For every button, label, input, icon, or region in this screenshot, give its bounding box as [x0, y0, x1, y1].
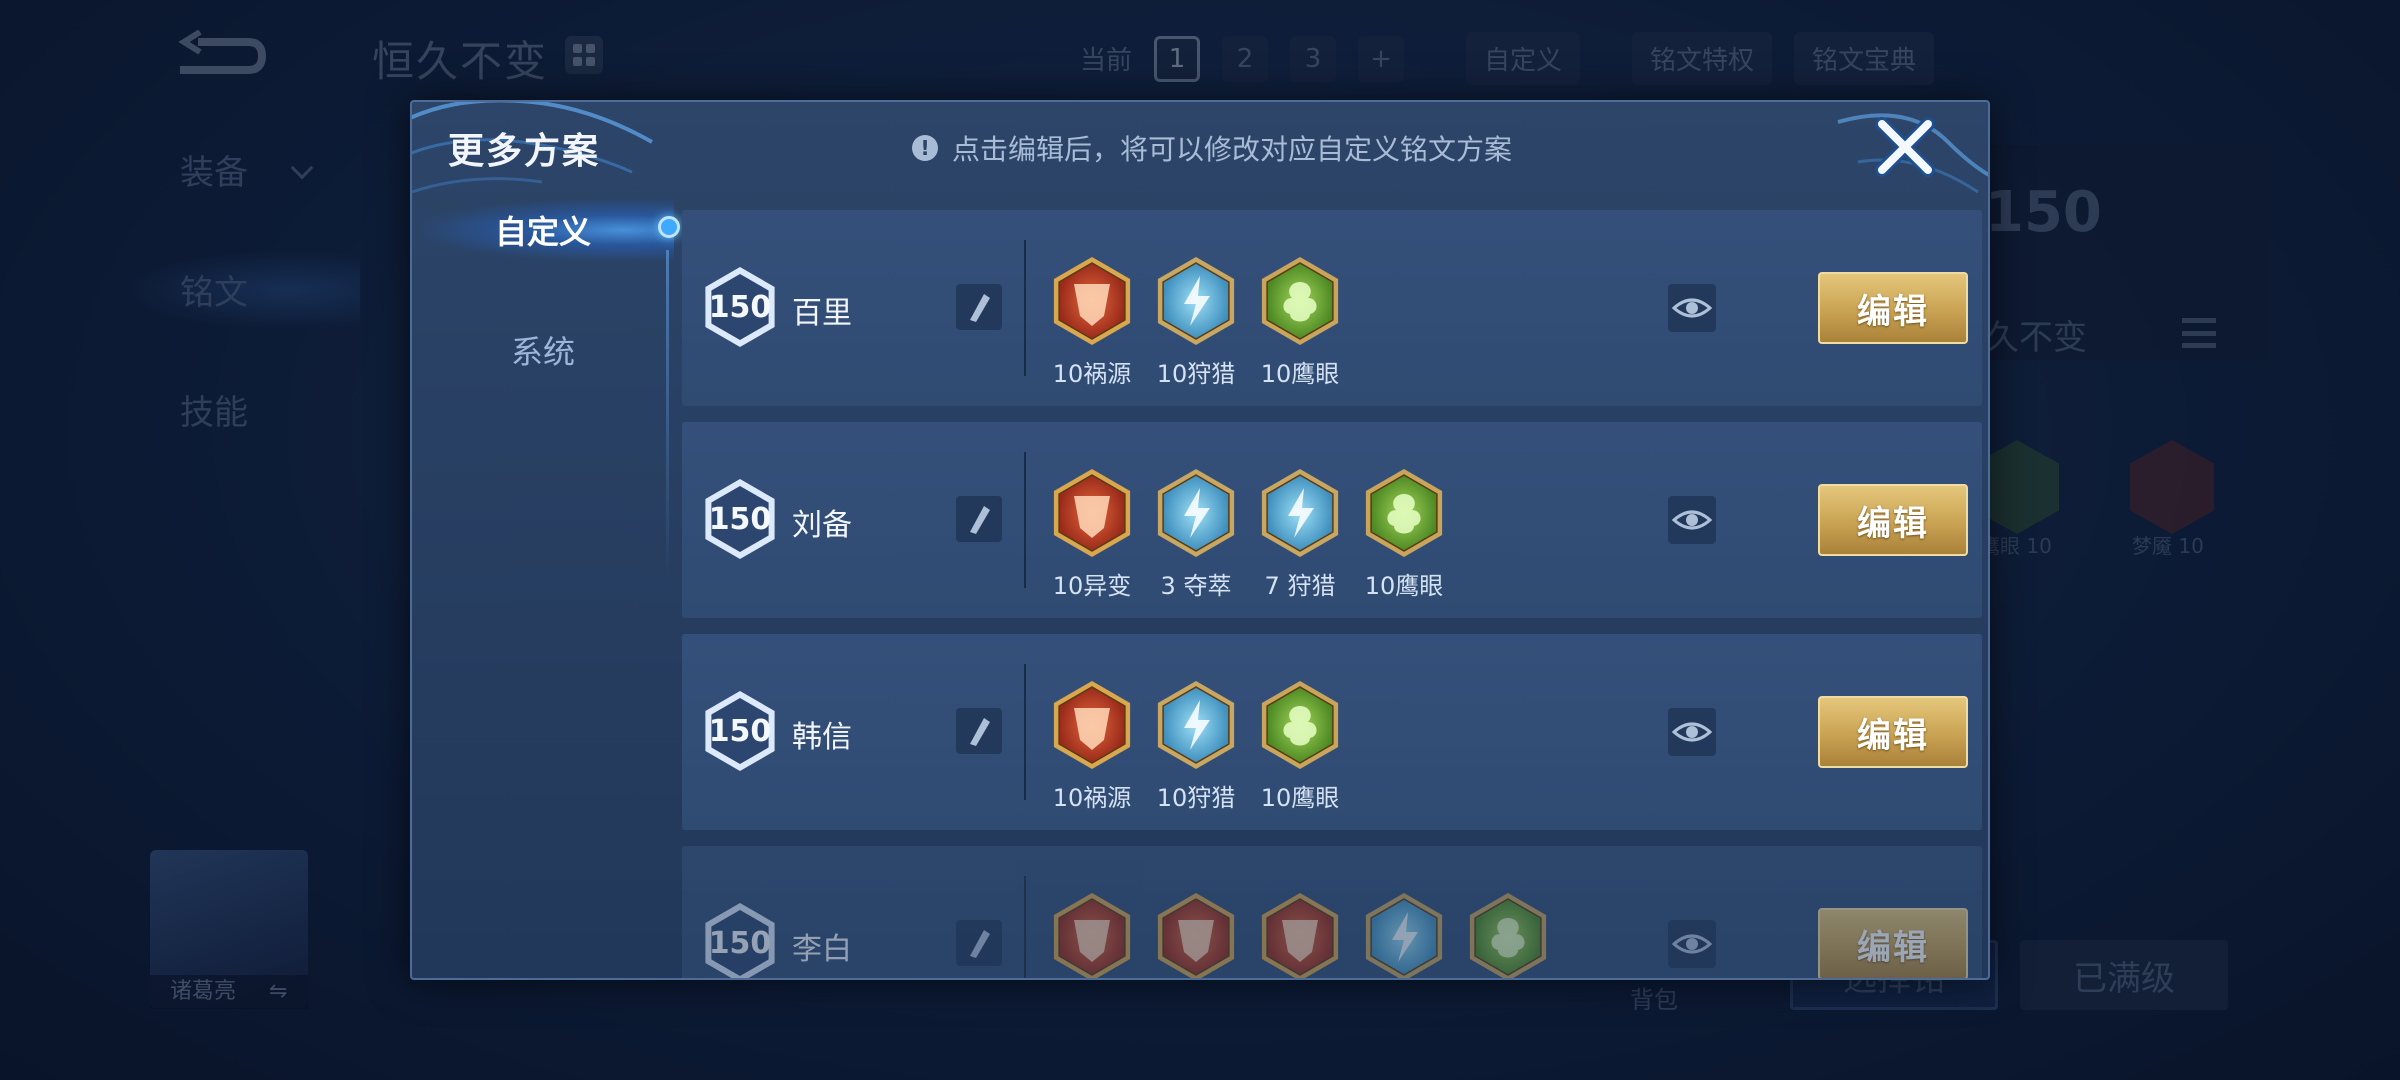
rune-label: 10鹰眼 [1260, 784, 1340, 812]
plan-level: 150 [708, 289, 772, 325]
rune-item[interactable] [1458, 890, 1558, 978]
plan-name: 韩信 [792, 720, 852, 755]
edit-button[interactable]: 编辑 [1818, 696, 1968, 768]
rune-label: 10祸源 [1052, 360, 1132, 388]
rune-label: 3 夺萃 [1160, 572, 1232, 600]
edit-button[interactable]: 编辑 [1818, 908, 1968, 978]
plan-name: 百里 [792, 296, 852, 331]
plan-level: 150 [708, 925, 772, 961]
rune-item[interactable]: 10狩猎 [1146, 254, 1246, 389]
plan-level: 150 [708, 501, 772, 537]
rune-item[interactable]: 10祸源 [1042, 678, 1142, 813]
row-divider [1024, 240, 1026, 376]
level-badge: 150 [700, 262, 780, 352]
plan-category-nav: 自定义 系统 [412, 190, 680, 978]
tab-custom-label: 自定义 [494, 213, 591, 251]
rune-item[interactable]: 10狩猎 [1146, 678, 1246, 813]
edit-button[interactable]: 编辑 [1818, 484, 1968, 556]
rune-green-icon [1362, 466, 1446, 560]
rune-item[interactable] [1042, 890, 1142, 978]
rune-blue-icon [1154, 254, 1238, 348]
dialog-title: 更多方案 [448, 131, 601, 172]
edit-hint: ! 点击编辑后，将可以修改对应自定义铭文方案 [912, 128, 1512, 168]
rune-green-icon [1258, 678, 1342, 772]
rune-label: 10狩猎 [1156, 360, 1236, 388]
plan-row: 150 刘备 10异变 3 夺萃 7 狩猎 10鹰眼 编辑 [682, 422, 1982, 618]
row-divider [1024, 876, 1026, 978]
row-divider [1024, 452, 1026, 588]
rename-pencil-icon[interactable] [956, 496, 1002, 542]
edit-button[interactable]: 编辑 [1818, 272, 1968, 344]
rune-item[interactable]: 10鹰眼 [1354, 466, 1454, 601]
eye-icon[interactable] [1668, 920, 1716, 968]
rune-blue-icon [1154, 678, 1238, 772]
rename-pencil-icon[interactable] [956, 284, 1002, 330]
row-divider [1024, 664, 1026, 800]
active-tab-indicator [658, 216, 680, 238]
rune-item[interactable] [1250, 890, 1350, 978]
info-icon: ! [912, 135, 938, 161]
tab-custom[interactable]: 自定义 [412, 190, 680, 270]
rune-blue-icon [1154, 466, 1238, 560]
level-badge: 150 [700, 898, 780, 978]
plan-row: 150 百里 10祸源 10狩猎 10鹰眼 编辑 [682, 210, 1982, 406]
rune-item[interactable]: 10异变 [1042, 466, 1142, 601]
rune-red-icon [1050, 890, 1134, 978]
rune-red-icon [1154, 890, 1238, 978]
nav-divider [666, 250, 669, 580]
plan-name: 刘备 [792, 508, 852, 543]
rune-label: 7 狩猎 [1264, 572, 1336, 600]
rune-item[interactable]: 3 夺萃 [1146, 466, 1246, 601]
rune-item[interactable] [1146, 890, 1246, 978]
rune-label: 10鹰眼 [1260, 360, 1340, 388]
level-badge: 150 [700, 686, 780, 776]
plan-row: 150 韩信 10祸源 10狩猎 10鹰眼 编辑 [682, 634, 1982, 830]
rune-red-icon [1050, 466, 1134, 560]
plan-level: 150 [708, 713, 772, 749]
rune-label: 10狩猎 [1156, 784, 1236, 812]
rune-item[interactable]: 10祸源 [1042, 254, 1142, 389]
close-icon[interactable] [1874, 116, 1936, 178]
rune-red-icon [1258, 890, 1342, 978]
rune-blue-icon [1258, 466, 1342, 560]
rune-green-icon [1258, 254, 1342, 348]
rename-pencil-icon[interactable] [956, 708, 1002, 754]
dialog-header: 更多方案 ! 点击编辑后，将可以修改对应自定义铭文方案 [412, 102, 1988, 194]
rune-item[interactable]: 10鹰眼 [1250, 678, 1350, 813]
rune-item[interactable]: 10鹰眼 [1250, 254, 1350, 389]
plan-row: 150 李白 编辑 [682, 846, 1982, 978]
level-badge: 150 [700, 474, 780, 564]
edit-hint-text: 点击编辑后，将可以修改对应自定义铭文方案 [952, 133, 1513, 166]
eye-icon[interactable] [1668, 708, 1716, 756]
tab-system-label: 系统 [510, 333, 575, 371]
rune-label: 10祸源 [1052, 784, 1132, 812]
rune-green-icon [1466, 890, 1550, 978]
rename-pencil-icon[interactable] [956, 920, 1002, 966]
more-plans-dialog: 更多方案 ! 点击编辑后，将可以修改对应自定义铭文方案 自定义 系统 150 百里… [410, 100, 1990, 980]
eye-icon[interactable] [1668, 284, 1716, 332]
rune-red-icon [1050, 678, 1134, 772]
rune-label: 10鹰眼 [1364, 572, 1444, 600]
rune-blue-icon [1362, 890, 1446, 978]
rune-label: 10异变 [1052, 572, 1132, 600]
eye-icon[interactable] [1668, 496, 1716, 544]
rune-item[interactable] [1354, 890, 1454, 978]
plan-list[interactable]: 150 百里 10祸源 10狩猎 10鹰眼 编辑 150 刘备 10异变 3 夺萃 7 狩猎 10鹰眼… [682, 210, 1982, 978]
rune-item[interactable]: 7 狩猎 [1250, 466, 1350, 601]
plan-name: 李白 [792, 932, 852, 967]
tab-system[interactable]: 系统 [412, 310, 674, 390]
rune-red-icon [1050, 254, 1134, 348]
